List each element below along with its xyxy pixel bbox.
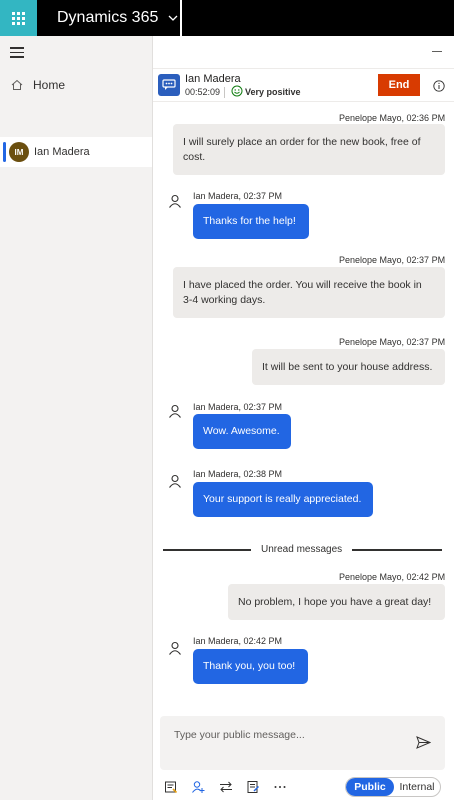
session-tab-ian-madera[interactable]: IM Ian Madera — [0, 137, 152, 167]
knowledge-base-icon[interactable] — [246, 780, 260, 794]
avatar: IM — [9, 142, 29, 162]
minimize-icon[interactable] — [432, 51, 442, 52]
transfer-icon[interactable] — [219, 780, 233, 794]
public-option[interactable]: Public — [346, 778, 394, 796]
person-icon — [169, 194, 181, 208]
hamburger-menu-icon[interactable] — [10, 47, 24, 59]
message-bubble-agent: No problem, I hope you have a great day! — [228, 584, 445, 620]
chevron-down-icon[interactable] — [168, 13, 178, 23]
nav-item-label: Home — [33, 78, 66, 92]
end-conversation-button[interactable]: End — [378, 74, 420, 96]
message-bubble-customer: Thank you, you too! — [193, 649, 308, 684]
info-icon[interactable] — [433, 80, 445, 92]
message-meta: Ian Madera, 02:38 PM — [193, 469, 283, 479]
message-composer[interactable]: Type your public message... — [160, 716, 445, 770]
message-meta: Ian Madera, 02:42 PM — [193, 636, 283, 646]
composer-placeholder: Type your public message... — [174, 729, 305, 741]
divider — [163, 549, 251, 551]
home-icon — [11, 79, 23, 90]
left-navigation: Home IM Ian Madera — [0, 36, 153, 800]
smiley-icon — [231, 85, 243, 97]
active-indicator — [3, 142, 6, 162]
message-meta: Penelope Mayo, 02:37 PM — [339, 337, 446, 347]
session-name: Ian Madera — [34, 146, 90, 158]
message-meta: Ian Madera, 02:37 PM — [193, 402, 283, 412]
message-text: I have placed the order. You will receiv… — [183, 278, 422, 291]
app-launcher-button[interactable] — [0, 0, 37, 36]
topbar-divider — [180, 0, 182, 36]
message-text: 3-4 working days. — [183, 293, 266, 306]
message-meta: Ian Madera, 02:37 PM — [193, 191, 283, 201]
message-meta: Penelope Mayo, 02:37 PM — [339, 255, 446, 265]
message-bubble-customer: Thanks for the help! — [193, 204, 309, 239]
message-text: No problem, I hope you have a great day! — [238, 595, 432, 608]
conversation-panel: Ian Madera 00:52:09 Very positive End Pe… — [153, 36, 454, 800]
conversation-header: Ian Madera 00:52:09 Very positive End — [153, 70, 454, 102]
message-bubble-agent: It will be sent to your house address. — [252, 349, 445, 385]
app-title[interactable]: Dynamics 365 — [57, 9, 158, 27]
more-options-icon[interactable] — [273, 780, 287, 794]
internal-option[interactable]: Internal — [394, 778, 440, 796]
message-meta: Penelope Mayo, 02:36 PM — [339, 113, 446, 123]
unread-messages-label: Unread messages — [261, 544, 343, 555]
customer-name: Ian Madera — [185, 73, 241, 85]
message-text: It will be sent to your house address. — [262, 360, 433, 373]
message-bubble-agent: I will surely place an order for the new… — [173, 124, 445, 175]
message-bubble-agent: I have placed the order. You will receiv… — [173, 267, 445, 318]
waffle-icon — [12, 11, 25, 25]
add-participant-icon[interactable] — [191, 780, 205, 794]
message-text: Wow. Awesome. — [203, 425, 280, 437]
send-icon[interactable] — [416, 736, 431, 749]
message-bubble-customer: Wow. Awesome. — [193, 414, 291, 449]
message-text: Thank you, you too! — [203, 660, 296, 672]
message-text: Thanks for the help! — [203, 215, 296, 227]
chat-channel-icon — [158, 74, 180, 96]
message-meta: Penelope Mayo, 02:42 PM — [339, 572, 446, 582]
top-bar: Dynamics 365 — [0, 0, 454, 36]
person-icon — [169, 641, 181, 655]
message-bubble-customer: Your support is really appreciated. — [193, 482, 373, 517]
nav-item-home[interactable]: Home — [0, 73, 152, 97]
message-text: Your support is really appreciated. — [203, 493, 362, 505]
quick-replies-icon[interactable] — [164, 780, 178, 794]
public-internal-toggle[interactable]: Public Internal — [345, 777, 441, 797]
message-text: cost. — [183, 150, 206, 163]
divider — [153, 68, 454, 69]
conversation-timer: 00:52:09 — [185, 87, 221, 97]
sentiment-label: Very positive — [245, 87, 301, 97]
message-text: I will surely place an order for the new… — [183, 135, 421, 148]
person-icon — [169, 474, 181, 488]
person-icon — [169, 404, 181, 418]
divider — [352, 549, 442, 551]
divider — [224, 87, 225, 98]
